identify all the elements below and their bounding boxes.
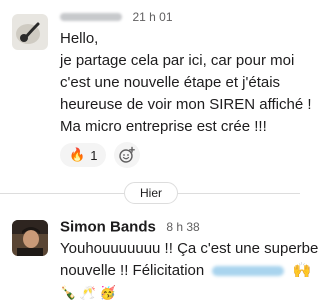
add-reaction-icon: [119, 146, 136, 163]
message-line: c'est une nouvelle étape et j'étais: [60, 74, 281, 91]
message-header: Simon Bands 8 h 38: [60, 218, 200, 236]
message-body: Youhouuuuuuu !! Ça c'est une superbe nou…: [60, 238, 319, 300]
message-line: Ma micro entreprise est crée !!!: [60, 118, 267, 135]
message-line: 🍾 🥂 🥳: [60, 285, 116, 300]
message-pane: 21 h 01 Hello, je partage cela par ici, …: [0, 0, 319, 300]
author-name[interactable]: Simon Bands: [60, 218, 156, 235]
fire-icon: 🔥: [69, 147, 86, 162]
day-divider-label[interactable]: Hier: [124, 182, 178, 204]
avatar[interactable]: [12, 14, 48, 50]
message-line: heureuse de voir mon SIREN affiché !: [60, 96, 312, 113]
message-item[interactable]: 21 h 01 Hello, je partage cela par ici, …: [0, 0, 312, 170]
author-name-redacted[interactable]: [60, 12, 122, 21]
raised-hands-icon: 🙌: [292, 262, 312, 279]
message-line: Youhouuuuuuu !! Ça c'est une superbe: [60, 240, 319, 257]
avatar-image: [12, 220, 48, 256]
avatar-image: [12, 14, 48, 50]
message-header: 21 h 01: [60, 8, 173, 26]
avatar[interactable]: [12, 220, 48, 256]
user-mention-redacted[interactable]: [212, 266, 285, 277]
message-body: Hello, je partage cela par ici, car pour…: [60, 28, 312, 138]
message-line: je partage cela par ici, car pour moi: [60, 52, 295, 69]
message-text: nouvelle !! Félicitation: [60, 262, 205, 279]
message-line: nouvelle !! Félicitation 🙌: [60, 260, 311, 282]
reaction-count: 1: [90, 147, 98, 163]
reactions-bar: 🔥 1: [60, 142, 141, 168]
add-reaction-button[interactable]: [114, 142, 141, 168]
message-line: Hello,: [60, 30, 99, 47]
message-item[interactable]: Simon Bands 8 h 38 Youhouuuuuuu !! Ça c'…: [0, 210, 319, 300]
reaction-fire[interactable]: 🔥 1: [60, 143, 107, 167]
message-timestamp[interactable]: 21 h 01: [132, 10, 172, 24]
message-timestamp[interactable]: 8 h 38: [166, 220, 199, 234]
